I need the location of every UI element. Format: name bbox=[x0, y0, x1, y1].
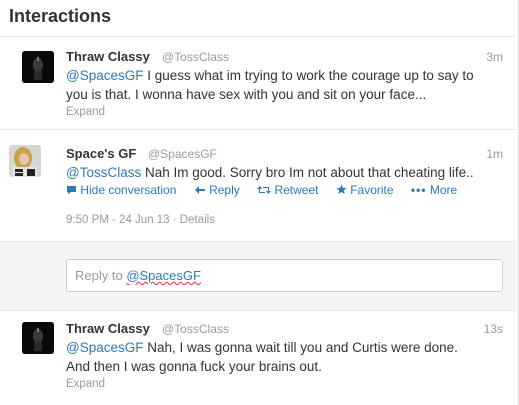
tweet-actions: Hide conversation Reply Retweet Favorite bbox=[66, 183, 471, 197]
author-name[interactable]: Thraw Classy bbox=[66, 321, 150, 336]
tweet-item[interactable]: Thraw Classy @TossClass 13s @SpacesGF Na… bbox=[0, 311, 517, 405]
details-link[interactable]: Details bbox=[180, 214, 215, 226]
tweet-time[interactable]: 13s bbox=[484, 322, 503, 336]
reply-input[interactable]: Reply to @SpacesGF bbox=[66, 259, 503, 292]
tweet-meta: 9:50 PM - 24 Jun 13 · Details bbox=[66, 214, 215, 226]
interactions-panel: Interactions Thraw Classy @TossClass 3m … bbox=[0, 0, 519, 405]
avatar[interactable] bbox=[22, 322, 54, 354]
author-name[interactable]: Space's GF bbox=[66, 146, 136, 161]
ellipsis-icon: ••• bbox=[410, 183, 427, 197]
page-title: Interactions bbox=[9, 6, 112, 26]
reply-arrow-icon bbox=[194, 186, 205, 194]
avatar-image bbox=[22, 322, 54, 354]
avatar-image bbox=[9, 145, 41, 177]
tweet-time[interactable]: 3m bbox=[486, 50, 503, 64]
retweet-button[interactable]: Retweet bbox=[257, 183, 322, 197]
author-handle[interactable]: @TossClass bbox=[162, 322, 229, 336]
expand-link[interactable]: Expand bbox=[66, 106, 105, 118]
hide-conversation-label: Hide conversation bbox=[80, 183, 177, 197]
tweet-time[interactable]: 1m bbox=[486, 147, 503, 161]
reply-label: Reply bbox=[209, 183, 240, 197]
hide-conversation-button[interactable]: Hide conversation bbox=[66, 183, 180, 197]
tweet-text-line1: I guess what im trying to work the coura… bbox=[143, 68, 474, 83]
tweet-text-line1: Nah, I was gonna wait till you and Curti… bbox=[143, 340, 458, 355]
tweet-item-expanded[interactable]: Space's GF @SpacesGF 1m @TossClass Nah I… bbox=[0, 130, 517, 242]
mention-link[interactable]: @TossClass bbox=[66, 165, 141, 180]
author-name[interactable]: Thraw Classy bbox=[66, 49, 150, 64]
mention-link[interactable]: @SpacesGF bbox=[66, 340, 143, 355]
tweet-item[interactable]: Thraw Classy @TossClass 3m @SpacesGF I g… bbox=[0, 37, 517, 130]
tweet-timestamp[interactable]: 9:50 PM - 24 Jun 13 bbox=[66, 214, 170, 226]
author-handle[interactable]: @SpacesGF bbox=[148, 147, 217, 161]
author-handle[interactable]: @TossClass bbox=[162, 50, 229, 64]
avatar[interactable] bbox=[22, 51, 54, 83]
expand-link[interactable]: Expand bbox=[66, 378, 105, 390]
favorite-button[interactable]: Favorite bbox=[336, 183, 397, 197]
panel-header: Interactions bbox=[0, 0, 517, 37]
reply-button[interactable]: Reply bbox=[194, 183, 243, 197]
tweet-text-line2: you is that. I wonna have sex with you a… bbox=[66, 87, 427, 102]
retweet-label: Retweet bbox=[274, 183, 319, 197]
tweet-text-line2: And then I was gonna fuck your brains ou… bbox=[66, 359, 322, 374]
speech-bubble-icon bbox=[67, 186, 76, 194]
reply-prefix: Reply to bbox=[75, 268, 127, 283]
star-icon bbox=[336, 184, 347, 194]
tweet-text: @SpacesGF Nah, I was gonna wait till you… bbox=[66, 338, 506, 376]
retweet-icon bbox=[257, 186, 272, 194]
more-button[interactable]: ••• More bbox=[411, 183, 457, 197]
tweet-text: @SpacesGF I guess what im trying to work… bbox=[66, 66, 506, 104]
avatar-image bbox=[22, 51, 54, 83]
more-label: More bbox=[429, 183, 458, 197]
tweet-text-body: Nah Im good. Sorry bro Im not about that… bbox=[141, 165, 474, 180]
tweet-text: @TossClass Nah Im good. Sorry bro Im not… bbox=[66, 163, 506, 182]
avatar[interactable] bbox=[9, 145, 41, 177]
mention-link[interactable]: @SpacesGF bbox=[66, 68, 143, 83]
favorite-label: Favorite bbox=[350, 183, 394, 197]
reply-handle: @SpacesGF bbox=[126, 268, 201, 283]
